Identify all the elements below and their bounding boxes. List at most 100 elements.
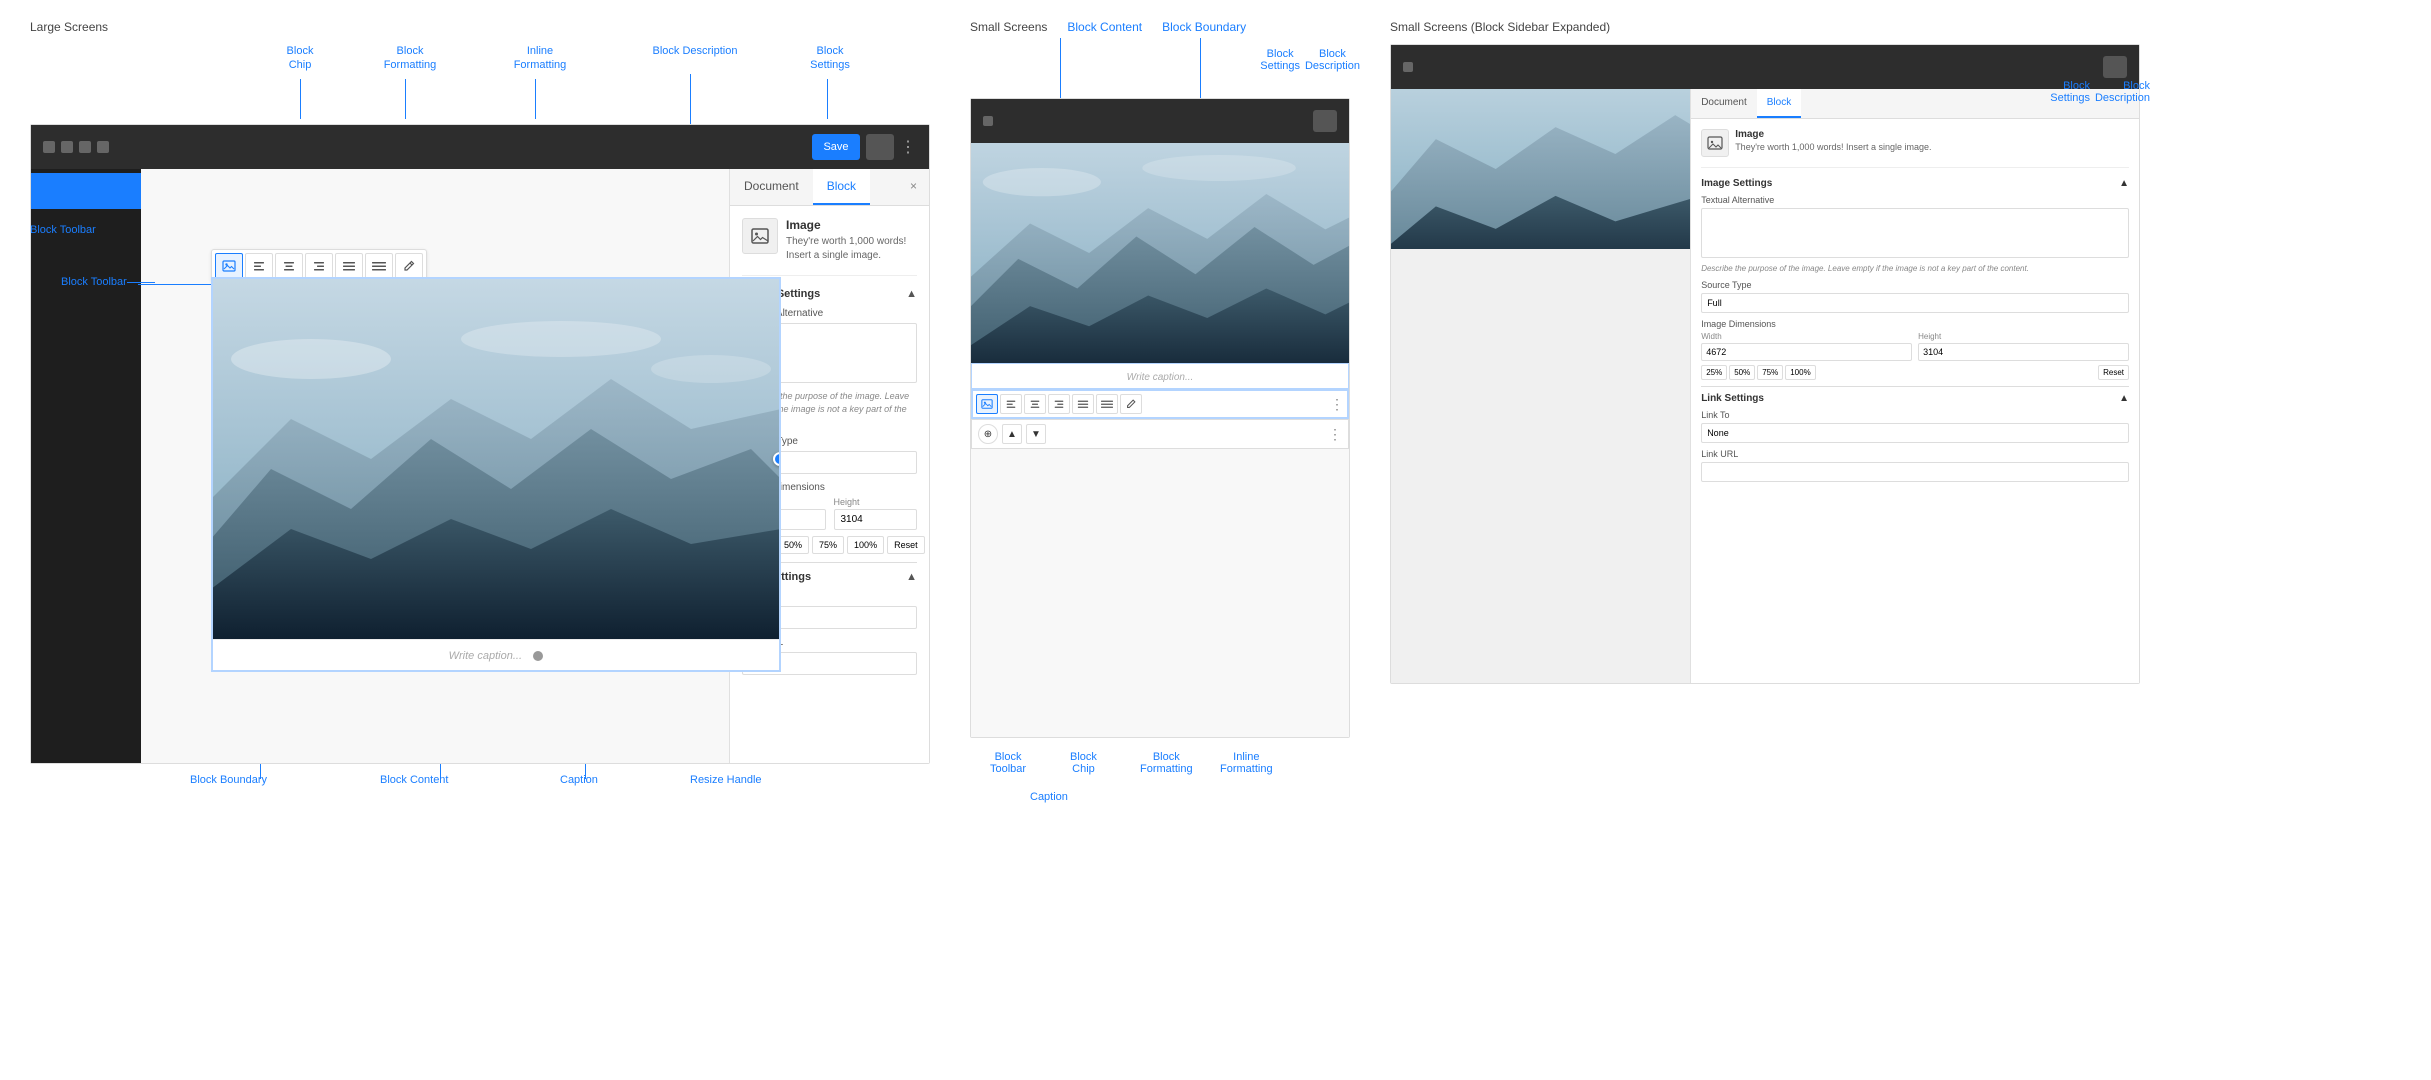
block-description-annotation: Block Description <box>640 44 750 58</box>
toolbar-full-width-btn[interactable] <box>335 253 363 279</box>
toolbar-align-left-btn[interactable] <box>245 253 273 279</box>
sse-image-settings-accordion[interactable]: ▲ <box>2119 178 2129 189</box>
ss-move-more[interactable]: ⋮ <box>1328 426 1342 443</box>
ss-toolbar-edit[interactable] <box>1120 394 1142 414</box>
ls-save-button[interactable]: Save <box>812 134 860 160</box>
ss-block-description-annotation: BlockDescription <box>1305 48 1360 72</box>
sse-pct-100[interactable]: 100% <box>1785 365 1815 380</box>
panel-tabs: Document Block × <box>730 169 929 206</box>
sse-link-settings-title: Link Settings ▲ <box>1701 393 2129 404</box>
pct-75-btn[interactable]: 75% <box>812 536 844 554</box>
block-formatting-annotation: BlockFormatting <box>370 44 450 73</box>
sse-height-input[interactable] <box>1918 343 2129 361</box>
ls-topbar: Save ⋮ <box>31 125 929 169</box>
caption-label-large: Caption <box>560 774 598 786</box>
sse-dot-1 <box>1403 62 1413 72</box>
ss-toolbar-align4[interactable] <box>1072 394 1094 414</box>
ss-block-formatting-label: BlockFormatting <box>1140 751 1193 775</box>
block-content-label-large: Block Content <box>380 774 448 786</box>
sse-block-settings-annotation: BlockSettings <box>2050 80 2090 104</box>
sse-mini-mountain <box>1391 89 1690 249</box>
panel-tab-document[interactable]: Document <box>730 169 813 205</box>
toolbar-edit-btn[interactable] <box>395 253 423 279</box>
ls-sidebar <box>31 169 141 763</box>
large-screen-frame: Save ⋮ Block Toolbar <box>30 124 930 764</box>
height-field: Height <box>834 497 918 530</box>
panel-tab-block[interactable]: Block <box>813 169 870 205</box>
ls-topbar-dot-1 <box>43 141 55 153</box>
sse-width-input[interactable] <box>1701 343 1912 361</box>
main-container: Large Screens BlockChip BlockFormatting … <box>0 0 2431 854</box>
sse-alt-label: Textual Alternative <box>1701 195 2129 205</box>
sse-panel-content: Image They're worth 1,000 words! Insert … <box>1691 119 2139 683</box>
height-input[interactable] <box>834 509 918 530</box>
ss-topbar <box>971 99 1349 143</box>
ss-toolbar-align2[interactable] <box>1024 394 1046 414</box>
reset-btn[interactable]: Reset <box>887 536 925 554</box>
ss-toolbar-more[interactable]: ⋮ <box>1330 396 1344 413</box>
pct-50-btn[interactable]: 50% <box>777 536 809 554</box>
image-settings-accordion[interactable]: ▲ <box>906 288 917 300</box>
sse-link-accordion[interactable]: ▲ <box>2119 393 2129 404</box>
sse-tab-document[interactable]: Document <box>1691 89 1757 118</box>
sse-height-label: Height <box>1918 332 2129 341</box>
toolbar-wide-btn[interactable] <box>365 253 393 279</box>
panel-block-icon <box>742 218 778 254</box>
toolbar-align-center-btn[interactable] <box>275 253 303 279</box>
sse-dim-inputs: Width Height <box>1701 332 2129 361</box>
ss-move-circle[interactable]: ⊕ <box>978 424 998 444</box>
block-toolbar-label: Block Toolbar <box>61 274 127 288</box>
sse-divider <box>1701 386 2129 387</box>
sse-alt-input[interactable] <box>1701 208 2129 258</box>
ss-block-toolbar-label: BlockToolbar <box>990 751 1026 775</box>
block-settings-annotation-large: BlockSettings <box>790 44 870 73</box>
sse-link-url-input[interactable] <box>1701 462 2129 482</box>
sse-reset-btn[interactable]: Reset <box>2098 365 2129 380</box>
ss-below-annotations: BlockToolbar BlockChip BlockFormatting I… <box>970 746 1350 826</box>
sse-width-label: Width <box>1701 332 1912 341</box>
ss-move-up[interactable]: ▲ <box>1002 424 1022 444</box>
toolbar-image-btn[interactable] <box>215 253 243 279</box>
panel-block-name: Image <box>786 218 917 232</box>
ss-caption-label: Caption <box>1030 791 1068 803</box>
link-settings-accordion[interactable]: ▲ <box>906 571 917 583</box>
ss-toolbar-align3[interactable] <box>1048 394 1070 414</box>
sse-width-field: Width <box>1701 332 1912 361</box>
small-block-boundary-link: Block Boundary <box>1162 20 1246 34</box>
ss-move-row: ⊕ ▲ ▼ ⋮ <box>971 419 1349 449</box>
ls-topbar-dot-2 <box>61 141 73 153</box>
sse-link-to-label: Link To <box>1701 410 2129 420</box>
resize-handle-label: Resize Handle <box>690 774 762 786</box>
sse-tab-block[interactable]: Block <box>1757 89 1801 118</box>
panel-close-button[interactable]: × <box>898 169 929 205</box>
ss-toolbar-align5[interactable] <box>1096 394 1118 414</box>
sse-pct-75[interactable]: 75% <box>1757 365 1783 380</box>
pct-100-btn[interactable]: 100% <box>847 536 884 554</box>
toolbar-align-right-btn[interactable] <box>305 253 333 279</box>
sse-image-settings-title: Image Settings ▲ <box>1701 178 2129 189</box>
sse-height-field: Height <box>1918 332 2129 361</box>
ss-toolbar-image-btn[interactable] <box>976 394 998 414</box>
ss-block-chip-label: BlockChip <box>1070 751 1097 775</box>
sse-block-name: Image <box>1735 129 1931 140</box>
mountain-image <box>213 279 779 639</box>
block-boundary-line <box>260 764 261 779</box>
sse-block-desc: Image They're worth 1,000 words! Insert … <box>1701 129 2129 168</box>
block-chip-annotation: BlockChip <box>270 44 330 73</box>
caption-line <box>585 764 586 779</box>
sse-source-input[interactable] <box>1701 293 2129 313</box>
sse-pct-25[interactable]: 25% <box>1701 365 1727 380</box>
sse-pct-50[interactable]: 50% <box>1729 365 1755 380</box>
ss-inline-formatting-label: InlineFormatting <box>1220 751 1273 775</box>
large-screens-section: Large Screens BlockChip BlockFormatting … <box>30 20 930 834</box>
ss-move-down[interactable]: ▼ <box>1026 424 1046 444</box>
caption-area: Write caption... <box>213 639 779 670</box>
ls-editor-area: Block Toolbar <box>141 169 729 763</box>
small-screens-title: Small Screens <box>970 20 1047 34</box>
sse-link-to-input[interactable] <box>1701 423 2129 443</box>
sse-block-description-annotation: BlockDescription <box>2095 80 2150 104</box>
ss-block-toolbar: ⋮ <box>971 389 1349 419</box>
panel-block-subtitle: They're worth 1,000 words! Insert a sing… <box>786 235 917 263</box>
block-content-v-line <box>1060 38 1061 98</box>
ss-toolbar-align1[interactable] <box>1000 394 1022 414</box>
